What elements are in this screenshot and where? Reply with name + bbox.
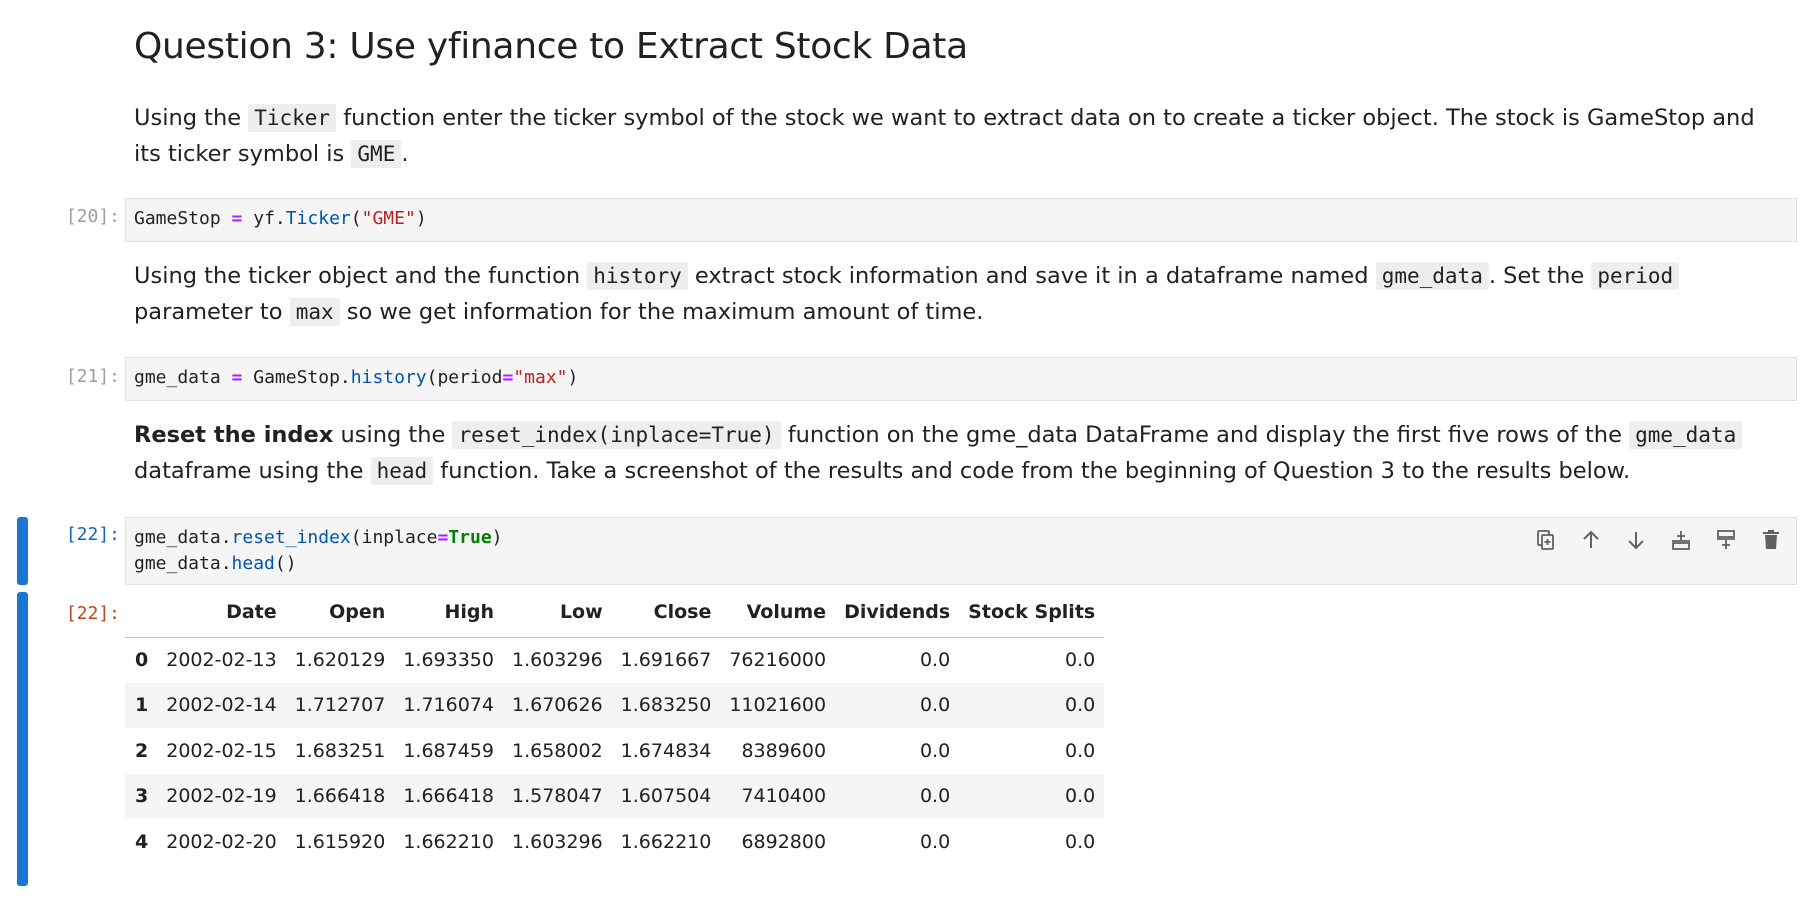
table-cell: 0.0 xyxy=(1065,649,1096,671)
table-cell: 1.693350 xyxy=(403,649,494,671)
move-up-icon[interactable] xyxy=(1577,526,1605,554)
table-cell: 1.716074 xyxy=(394,682,503,728)
column-header: Low xyxy=(503,595,612,638)
table-cell: 1.620129 xyxy=(294,649,386,671)
table-cell: 1.615920 xyxy=(294,830,386,853)
row-index: 2 xyxy=(135,739,149,762)
insert-above-icon[interactable] xyxy=(1712,526,1740,554)
table-cell: 0.0 xyxy=(919,649,951,671)
table-cell: 1.603296 xyxy=(512,649,603,671)
table-cell: 7410400 xyxy=(720,773,836,819)
code-cell-21[interactable]: gme_data = GameStop.history(period="max"… xyxy=(125,357,1797,401)
row-index: 1 xyxy=(125,682,158,728)
output-prompt-22: [22]: xyxy=(65,603,120,624)
cell-prompt-22: [22]: xyxy=(65,524,120,545)
cell-prompt-20: [20]: xyxy=(65,206,120,227)
table-row: 4 2002-02-20 1.615920 1.662210 1.603296 … xyxy=(125,819,1104,865)
move-down-icon[interactable] xyxy=(1622,526,1650,554)
table-cell: 1.683251 xyxy=(294,739,386,762)
table-row: 2 2002-02-15 1.683251 1.687459 1.658002 … xyxy=(125,728,1104,774)
column-header: Stock Splits xyxy=(959,595,1105,638)
code-cell-20[interactable]: GameStop = yf.Ticker("GME") xyxy=(125,198,1797,242)
table-cell: 1.712707 xyxy=(285,682,395,728)
table-cell: 1.687459 xyxy=(403,739,494,762)
table-cell: 1.662210 xyxy=(620,830,712,853)
table-cell: 76216000 xyxy=(729,649,827,671)
table-cell: 1.666418 xyxy=(394,773,503,819)
column-header-index xyxy=(125,595,158,638)
insert-below-icon[interactable] xyxy=(1667,526,1695,554)
column-header: Volume xyxy=(720,595,836,638)
table-cell: 1.674834 xyxy=(620,739,712,762)
question-heading: Question 3: Use yfinance to Extract Stoc… xyxy=(134,26,968,67)
column-header: High xyxy=(394,595,503,638)
active-cell-indicator xyxy=(17,517,28,585)
markdown-cell-history: Using the ticker object and the function… xyxy=(134,258,1774,330)
table-cell: 0.0 xyxy=(1065,830,1096,853)
cell-prompt-21: [21]: xyxy=(65,366,120,387)
table-cell: 2002-02-20 xyxy=(166,830,277,853)
table-cell: 2002-02-13 xyxy=(166,649,277,671)
table-cell: 2002-02-14 xyxy=(157,682,286,728)
table-row: 3 2002-02-19 1.666418 1.666418 1.578047 … xyxy=(125,773,1105,819)
table-cell: 2002-02-19 xyxy=(157,773,286,819)
dataframe-output-table: Date Open High Low Close Volume Dividend… xyxy=(125,595,1105,865)
table-cell: 1.691667 xyxy=(620,649,712,671)
table-cell: 1.603296 xyxy=(512,830,603,853)
table-cell: 0.0 xyxy=(1065,739,1096,762)
table-cell: 6892800 xyxy=(741,830,827,853)
table-cell: 0.0 xyxy=(959,773,1105,819)
table-header-row: Date Open High Low Close Volume Dividend… xyxy=(125,595,1105,638)
markdown-cell-ticker: Using the Ticker function enter the tick… xyxy=(134,104,1755,168)
markdown-cell-reset-index: Reset the index using the reset_index(in… xyxy=(134,417,1774,489)
table-cell: 0.0 xyxy=(835,773,960,819)
duplicate-icon[interactable] xyxy=(1532,526,1560,554)
table-cell: 1.662210 xyxy=(403,830,494,853)
row-index: 0 xyxy=(135,649,149,671)
table-cell: 0.0 xyxy=(919,739,951,762)
table-row: 0 2002-02-13 1.620129 1.693350 1.603296 … xyxy=(125,637,1104,683)
table-cell: 2002-02-15 xyxy=(166,739,277,762)
active-output-indicator[interactable] xyxy=(17,592,28,886)
column-header: Open xyxy=(285,595,395,638)
table-cell: 1.578047 xyxy=(503,773,612,819)
table-cell: 1.658002 xyxy=(512,739,603,762)
row-index: 4 xyxy=(135,830,149,853)
column-header: Dividends xyxy=(835,595,960,638)
cell-toolbar xyxy=(1532,526,1785,554)
row-index: 3 xyxy=(125,773,158,819)
table-cell: 0.0 xyxy=(959,682,1105,728)
column-header: Close xyxy=(611,595,721,638)
table-cell: 1.666418 xyxy=(285,773,395,819)
table-cell: 8389600 xyxy=(741,739,827,762)
table-cell: 0.0 xyxy=(835,682,960,728)
table-cell: 1.670626 xyxy=(503,682,612,728)
delete-icon[interactable] xyxy=(1757,526,1785,554)
table-cell: 0.0 xyxy=(919,830,951,853)
table-cell: 1.607504 xyxy=(611,773,721,819)
table-cell: 1.683250 xyxy=(611,682,721,728)
table-row: 1 2002-02-14 1.712707 1.716074 1.670626 … xyxy=(125,682,1105,728)
table-cell: 11021600 xyxy=(720,682,836,728)
column-header: Date xyxy=(157,595,286,638)
